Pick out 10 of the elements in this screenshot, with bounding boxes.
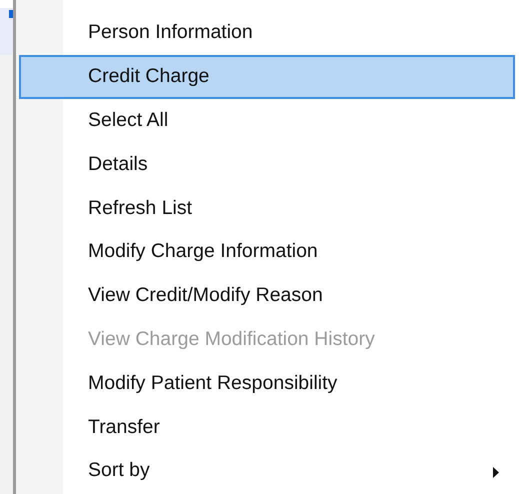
menu-item[interactable]: Modify Patient Responsibility xyxy=(19,361,515,406)
menu-item[interactable]: Sort by xyxy=(19,448,515,493)
menu-item[interactable]: Refresh List xyxy=(19,186,515,230)
menu-item[interactable]: Credit Charge xyxy=(19,54,515,99)
menu-item[interactable]: View Credit/Modify Reason xyxy=(19,274,515,318)
menu-item[interactable]: Modify Charge Information xyxy=(19,230,515,274)
menu-item[interactable]: Details xyxy=(19,142,515,186)
menu-item[interactable]: Transfer xyxy=(19,405,515,449)
menu-item[interactable]: Select All xyxy=(19,98,515,142)
menu-item[interactable]: Person Information xyxy=(19,11,515,55)
